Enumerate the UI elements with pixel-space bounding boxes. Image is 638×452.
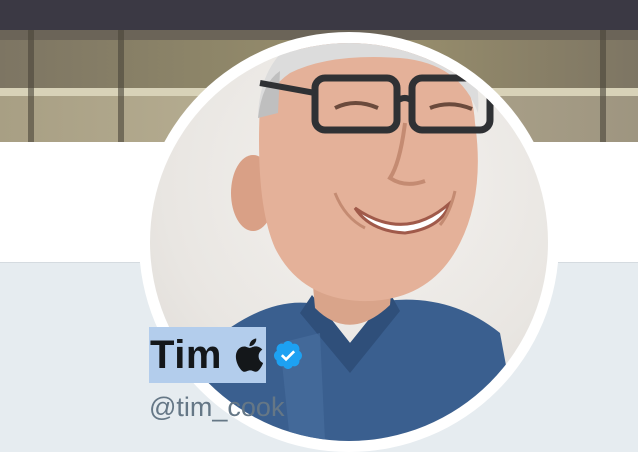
apple-logo-icon (235, 338, 263, 372)
banner-post (600, 30, 606, 142)
banner-ceiling (0, 0, 638, 30)
profile-card-band (0, 32, 638, 452)
selected-name-text[interactable]: Tim (149, 327, 266, 383)
profile-screen-name[interactable]: @tim_cook (149, 392, 284, 423)
banner-post (28, 30, 34, 142)
verified-badge-icon (273, 341, 302, 369)
banner-post (118, 30, 124, 142)
profile-display-name[interactable]: Tim (149, 327, 304, 383)
display-name-text: Tim (150, 332, 222, 377)
